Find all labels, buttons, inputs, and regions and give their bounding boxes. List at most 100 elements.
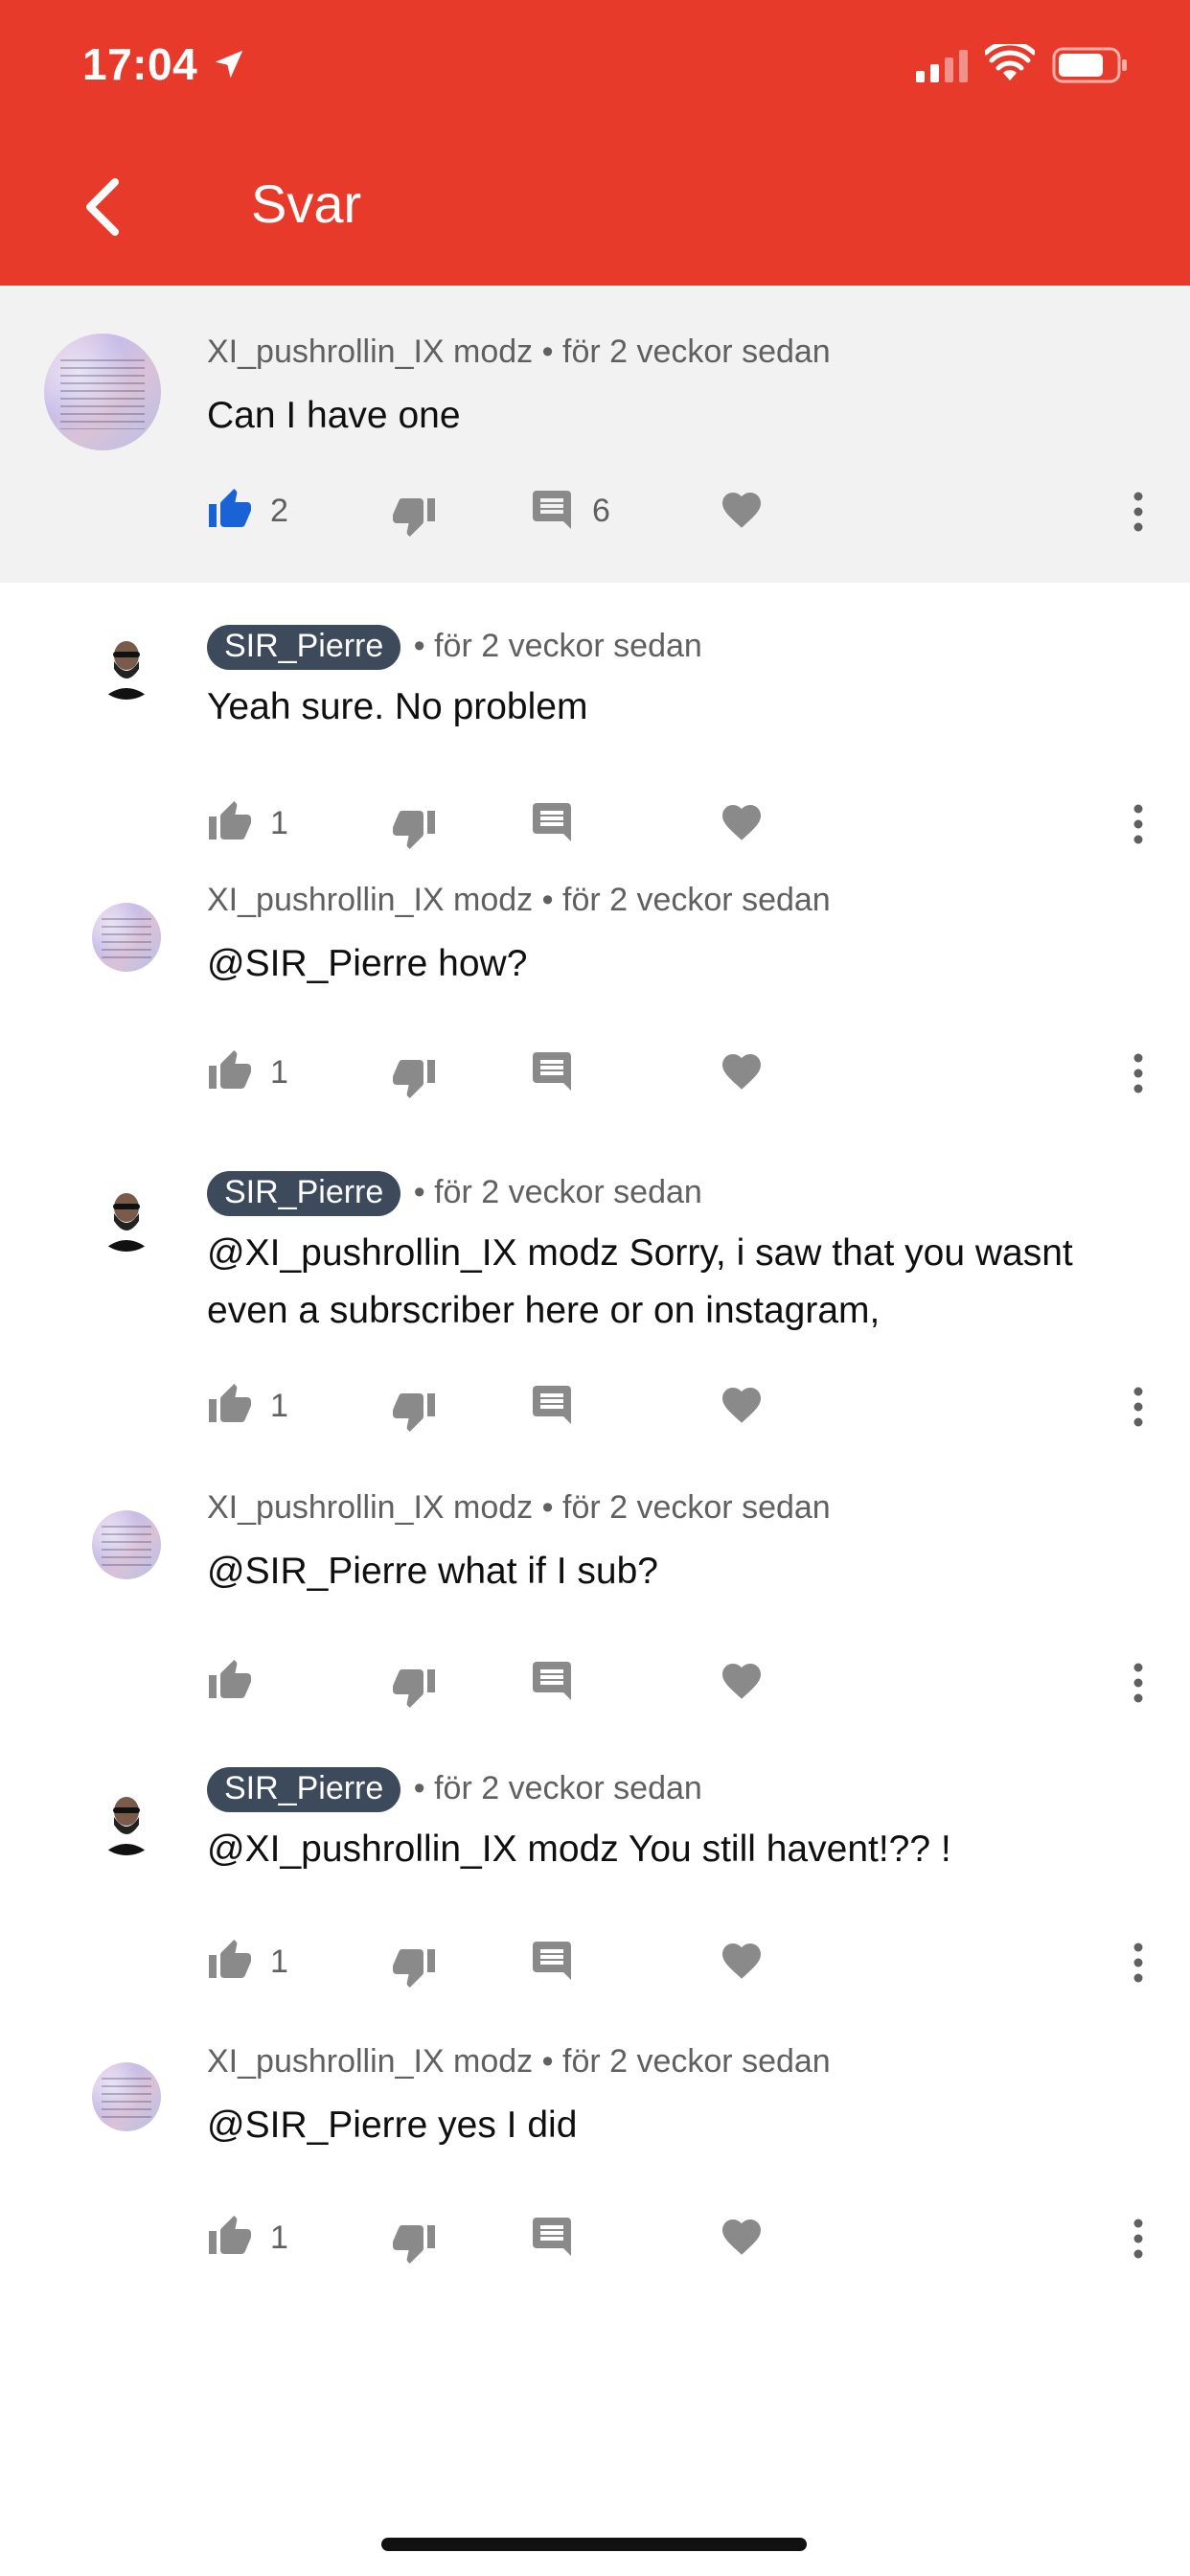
reply-comment: SIR_Pierre • för 2 veckor sedan @XI_push… xyxy=(0,1138,1190,1474)
comment-icon[interactable] xyxy=(529,2214,575,2260)
thumbs-up-icon[interactable] xyxy=(207,1048,253,1094)
separator-dot: • xyxy=(541,1489,562,1526)
separator-dot: • xyxy=(413,628,435,664)
thumbs-down-icon[interactable] xyxy=(391,805,437,851)
avatar[interactable] xyxy=(92,1786,161,1855)
comment-actions: 1 xyxy=(0,1938,1190,1995)
thumbs-up-icon[interactable] xyxy=(207,1938,253,1984)
heart-icon[interactable] xyxy=(719,487,765,533)
more-vertical-icon[interactable] xyxy=(1119,1384,1157,1430)
comment-time: för 2 veckor sedan xyxy=(562,334,831,370)
comment-meta: XI_pushrollin_IX modz • för 2 veckor sed… xyxy=(207,1489,831,1527)
reply-comment: SIR_Pierre • för 2 veckor sedan @XI_push… xyxy=(0,1752,1190,2030)
comment-icon[interactable] xyxy=(529,1938,575,1984)
comment-text: Yeah sure. No problem xyxy=(207,686,588,727)
comment-time: för 2 veckor sedan xyxy=(562,2043,831,2080)
reply-comment: SIR_Pierre • för 2 veckor sedan Yeah sur… xyxy=(0,583,1190,861)
like-count: 1 xyxy=(270,805,288,841)
avatar[interactable] xyxy=(92,903,161,972)
thumbs-down-icon[interactable] xyxy=(391,1664,437,1710)
reply-count: 6 xyxy=(592,493,610,529)
home-indicator[interactable] xyxy=(381,2538,807,2551)
reply-comment: XI_pushrollin_IX modz • för 2 veckor sed… xyxy=(0,861,1190,1138)
person-avatar-icon xyxy=(102,641,151,700)
comment-icon[interactable] xyxy=(529,1048,575,1094)
separator-dot: • xyxy=(541,334,562,370)
comment-author[interactable]: XI_pushrollin_IX modz xyxy=(207,1489,533,1526)
heart-icon[interactable] xyxy=(719,1658,765,1704)
creator-author-chip[interactable]: SIR_Pierre xyxy=(207,625,401,670)
comment-actions: 2 6 xyxy=(0,487,1190,544)
like-count: 2 xyxy=(270,493,288,529)
thumbs-up-icon[interactable] xyxy=(207,1658,253,1704)
thumbs-up-icon[interactable] xyxy=(207,487,253,533)
parent-comment: XI_pushrollin_IX modz • för 2 veckor sed… xyxy=(0,286,1190,583)
heart-icon[interactable] xyxy=(719,799,765,845)
comment-text-line: even a subrscriber here or on instagram, xyxy=(207,1290,881,1331)
comment-author[interactable]: XI_pushrollin_IX modz xyxy=(207,882,533,918)
comment-time: för 2 veckor sedan xyxy=(562,1489,831,1526)
avatar[interactable] xyxy=(92,1183,161,1252)
more-vertical-icon[interactable] xyxy=(1119,489,1157,535)
person-avatar-icon xyxy=(102,1797,151,1855)
comment-actions: 1 xyxy=(0,1382,1190,1439)
creator-author-chip[interactable]: SIR_Pierre xyxy=(207,1171,401,1216)
thumbs-down-icon[interactable] xyxy=(391,1054,437,1100)
comment-icon[interactable] xyxy=(529,1658,575,1704)
reply-comment: XI_pushrollin_IX modz • för 2 veckor sed… xyxy=(0,2030,1190,2308)
comment-meta: XI_pushrollin_IX modz • för 2 veckor sed… xyxy=(207,334,831,371)
more-vertical-icon[interactable] xyxy=(1119,801,1157,847)
avatar[interactable] xyxy=(44,334,161,450)
like-count: 1 xyxy=(270,1944,288,1980)
comment-text-line: @XI_pushrollin_IX modz Sorry, i saw that… xyxy=(207,1232,1073,1274)
comment-meta: XI_pushrollin_IX modz • för 2 veckor sed… xyxy=(207,2043,831,2081)
comment-text: @XI_pushrollin_IX modz You still havent!… xyxy=(207,1828,951,1870)
thumbs-down-icon[interactable] xyxy=(391,2220,437,2266)
comment-time: för 2 veckor sedan xyxy=(434,628,702,664)
back-arrow-icon[interactable] xyxy=(80,176,126,238)
thumbs-down-icon[interactable] xyxy=(391,493,437,539)
comment-meta: SIR_Pierre • för 2 veckor sedan xyxy=(207,1767,702,1812)
more-vertical-icon[interactable] xyxy=(1119,1660,1157,1706)
avatar[interactable] xyxy=(92,1510,161,1579)
cellular-signal-icon xyxy=(916,50,968,82)
status-time: 17:04 xyxy=(82,39,198,89)
heart-icon[interactable] xyxy=(719,1938,765,1984)
thumbs-up-icon[interactable] xyxy=(207,1382,253,1428)
location-arrow-icon xyxy=(215,50,243,79)
comment-author[interactable]: XI_pushrollin_IX modz xyxy=(207,334,533,370)
avatar[interactable] xyxy=(92,631,161,700)
comment-author[interactable]: XI_pushrollin_IX modz xyxy=(207,2043,533,2080)
comment-text: @SIR_Pierre yes I did xyxy=(207,2104,578,2146)
more-vertical-icon[interactable] xyxy=(1119,1940,1157,1986)
comment-icon[interactable] xyxy=(529,799,575,845)
comment-actions: 1 xyxy=(0,2214,1190,2271)
comment-icon[interactable] xyxy=(529,487,575,533)
comment-icon[interactable] xyxy=(529,1382,575,1428)
thumbs-down-icon[interactable] xyxy=(391,1388,437,1434)
thumbs-up-icon[interactable] xyxy=(207,799,253,845)
comment-time: för 2 veckor sedan xyxy=(434,1174,702,1210)
heart-icon[interactable] xyxy=(719,1048,765,1094)
separator-dot: • xyxy=(413,1174,435,1210)
separator-dot: • xyxy=(541,2043,562,2080)
comment-actions xyxy=(0,1658,1190,1715)
comment-text: Can I have one xyxy=(207,395,461,436)
heart-icon[interactable] xyxy=(719,1382,765,1428)
wifi-icon xyxy=(985,44,1035,80)
thumbs-up-icon[interactable] xyxy=(207,2214,253,2260)
avatar[interactable] xyxy=(92,2062,161,2131)
comment-meta: SIR_Pierre • för 2 veckor sedan xyxy=(207,625,702,670)
reply-comment: XI_pushrollin_IX modz • för 2 veckor sed… xyxy=(0,1474,1190,1752)
more-vertical-icon[interactable] xyxy=(1119,1050,1157,1096)
person-avatar-icon xyxy=(102,1193,151,1252)
like-count: 1 xyxy=(270,2220,288,2256)
comment-time: för 2 veckor sedan xyxy=(434,1770,702,1806)
more-vertical-icon[interactable] xyxy=(1119,2216,1157,2262)
comment-meta: SIR_Pierre • för 2 veckor sedan xyxy=(207,1171,702,1216)
thumbs-down-icon[interactable] xyxy=(391,1944,437,1990)
comment-time: för 2 veckor sedan xyxy=(562,882,831,918)
creator-author-chip[interactable]: SIR_Pierre xyxy=(207,1767,401,1812)
heart-icon[interactable] xyxy=(719,2214,765,2260)
comment-actions: 1 xyxy=(0,1048,1190,1106)
